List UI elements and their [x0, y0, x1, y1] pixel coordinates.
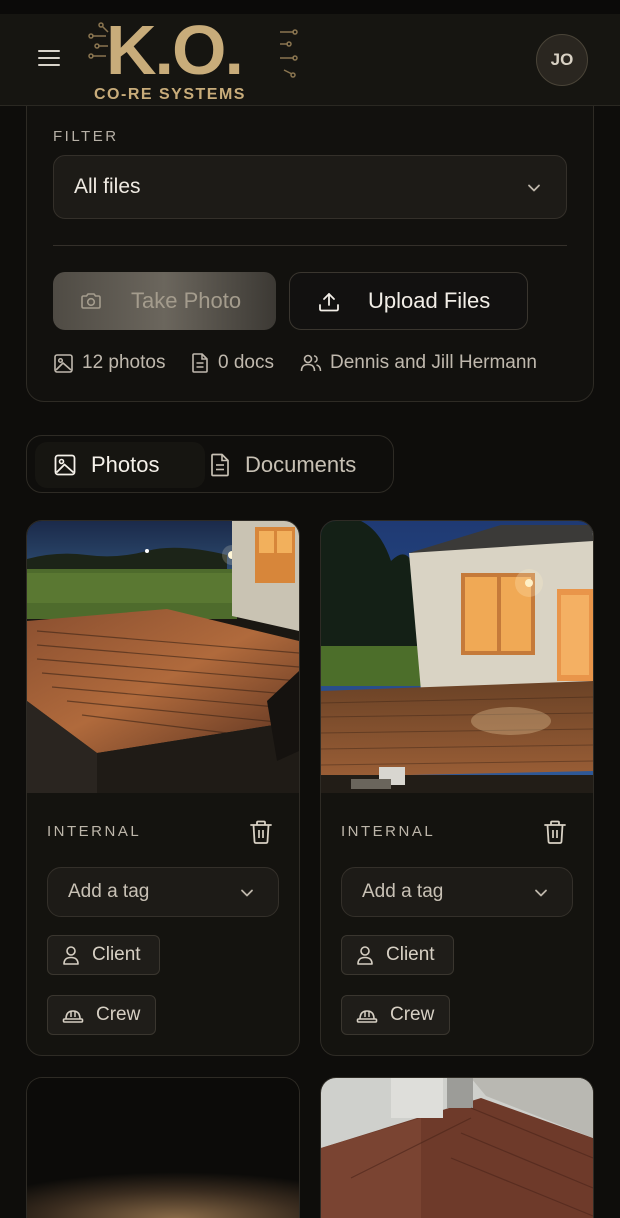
hard-hat-icon — [356, 1010, 378, 1023]
photo-thumbnail-house-night[interactable] — [321, 521, 593, 793]
tag-select[interactable]: Add a tag — [47, 867, 279, 917]
photo-card: INTERNAL Add a tag Client Crew — [320, 520, 594, 1056]
client-chip-label: Client — [92, 944, 141, 965]
photo-thumbnail-dark-deck[interactable] — [27, 1078, 299, 1218]
photo-card — [320, 1077, 594, 1218]
photo-count: 12 photos — [53, 350, 165, 376]
tag-select[interactable]: Add a tag — [341, 867, 573, 917]
chevron-down-icon — [535, 889, 547, 897]
tab-photos[interactable]: Photos — [35, 442, 205, 488]
app-header: K.O. CO-RE SYSTEMS JO — [0, 0, 620, 106]
client-chip[interactable]: Client — [47, 935, 160, 975]
upload-files-label: Upload Files — [368, 288, 491, 313]
client-chip-label: Client — [386, 944, 435, 965]
logo-tagline: CO-RE SYSTEMS — [94, 86, 246, 103]
trash-icon[interactable] — [249, 819, 273, 845]
photo-card: INTERNAL Add a tag Client Crew — [26, 520, 300, 1056]
chevron-down-icon — [528, 184, 540, 192]
divider — [53, 245, 567, 246]
document-icon — [211, 453, 229, 477]
document-icon — [192, 353, 208, 373]
crew-chip-label: Crew — [390, 1004, 435, 1025]
photo-thumbnail-deck-night[interactable] — [27, 521, 299, 793]
image-icon — [54, 353, 73, 373]
filter-value: All files — [74, 175, 141, 198]
menu-icon[interactable] — [38, 50, 60, 68]
crew-chip-label: Crew — [96, 1004, 141, 1025]
user-icon — [63, 946, 79, 965]
photo-card — [26, 1077, 300, 1218]
upload-icon — [319, 293, 339, 312]
crew-chip[interactable]: Crew — [47, 995, 156, 1035]
trash-icon[interactable] — [543, 819, 567, 845]
chevron-down-icon — [241, 889, 253, 897]
client-chip[interactable]: Client — [341, 935, 454, 975]
filter-label: FILTER — [53, 128, 119, 145]
image-icon — [54, 454, 76, 476]
client-name: Dennis and Jill Hermann — [300, 350, 537, 376]
view-tabs: Photos Documents — [26, 435, 394, 493]
users-icon — [300, 354, 322, 372]
crew-chip[interactable]: Crew — [341, 995, 450, 1035]
doc-count-text: 0 docs — [218, 352, 274, 373]
filter-select[interactable]: All files — [53, 155, 567, 219]
visibility-label: INTERNAL — [47, 823, 142, 840]
user-avatar[interactable]: JO — [536, 34, 588, 86]
photo-thumbnail-door-corner[interactable] — [321, 1078, 593, 1218]
company-logo[interactable]: K.O. CO-RE SYSTEMS — [88, 14, 298, 106]
camera-icon — [81, 293, 101, 309]
tag-select-placeholder: Add a tag — [68, 881, 150, 902]
doc-count: 0 docs — [190, 350, 274, 376]
user-icon — [357, 946, 373, 965]
take-photo-label: Take Photo — [131, 288, 242, 313]
hard-hat-icon — [62, 1010, 84, 1023]
tab-documents-label: Documents — [245, 452, 357, 477]
client-name-text: Dennis and Jill Hermann — [330, 352, 537, 373]
tag-select-placeholder: Add a tag — [362, 881, 444, 902]
tab-photos-label: Photos — [91, 452, 160, 477]
visibility-label: INTERNAL — [341, 823, 436, 840]
photo-count-text: 12 photos — [82, 352, 166, 373]
logo-wordmark: K.O. — [106, 11, 244, 89]
tab-documents[interactable]: Documents — [205, 442, 387, 488]
upload-files-button[interactable]: Upload Files — [289, 272, 528, 330]
take-photo-button[interactable]: Take Photo — [53, 272, 276, 330]
